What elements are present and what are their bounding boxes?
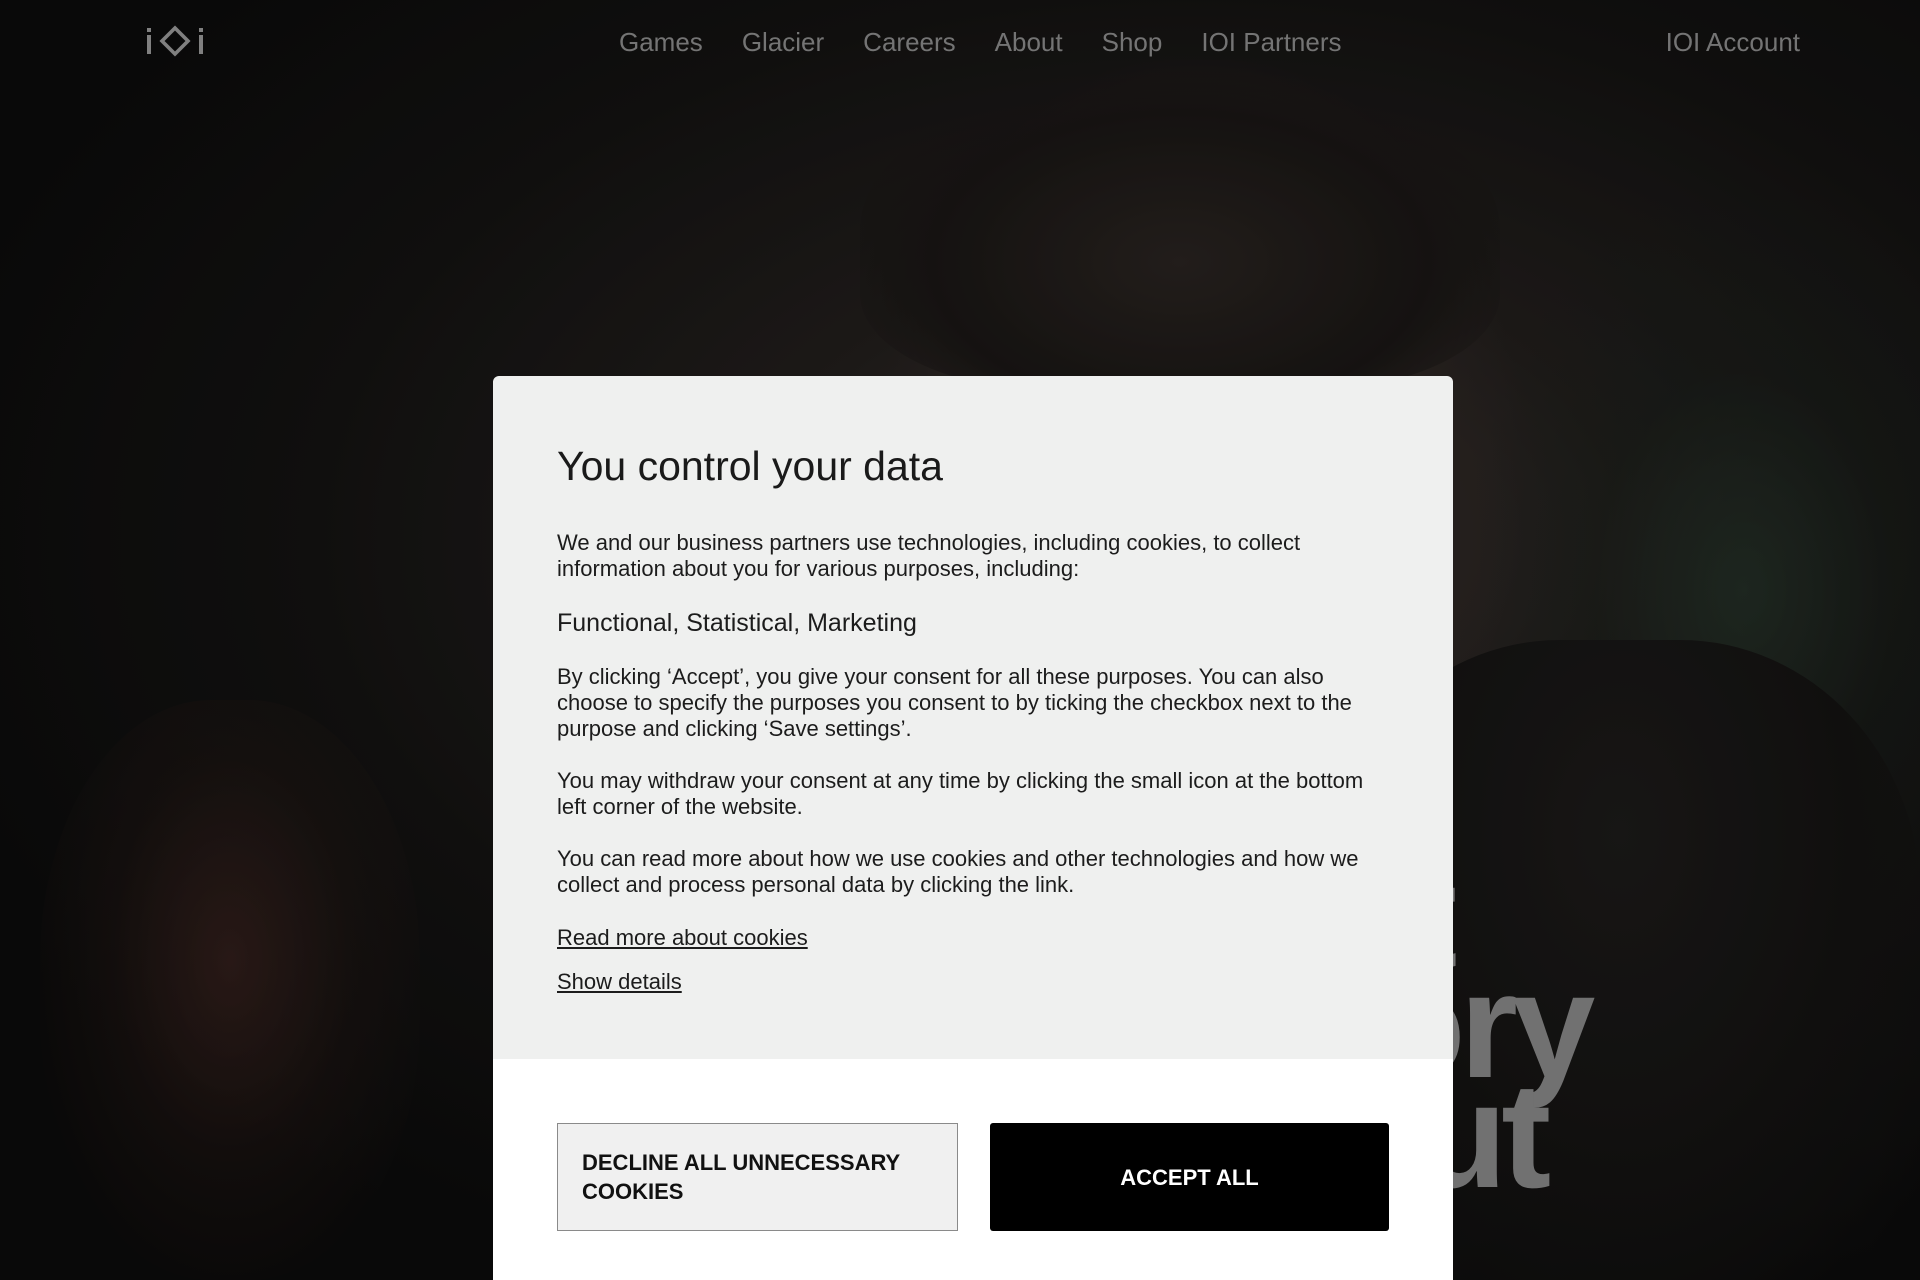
consent-intro-text: We and our business partners use technol…: [557, 530, 1301, 581]
consent-withdraw-info-text: You may withdraw your consent at any tim…: [557, 768, 1364, 819]
cookie-consent-dialog: You control your data We and our busines…: [493, 376, 1453, 1280]
read-more-row: Read more about cookies: [557, 924, 1389, 952]
show-details-link[interactable]: Show details: [557, 968, 682, 996]
read-more-cookies-link[interactable]: Read more about cookies: [557, 924, 808, 952]
consent-read-more-info-text: You can read more about how we use cooki…: [557, 846, 1359, 897]
dialog-title: You control your data: [557, 443, 943, 489]
show-details-row: Show details: [557, 968, 1389, 996]
cookie-consent-body: You control your data We and our busines…: [493, 376, 1453, 996]
page: st tory out Games Glacier Careers About …: [0, 0, 1920, 1280]
decline-cookies-button[interactable]: DECLINE ALL UNNECESSARY COOKIES: [557, 1123, 958, 1231]
consent-accept-info-text: By clicking ‘Accept’, you give your cons…: [557, 664, 1352, 741]
cookie-consent-actions: DECLINE ALL UNNECESSARY COOKIES ACCEPT A…: [493, 1059, 1453, 1280]
accept-all-button[interactable]: ACCEPT ALL: [990, 1123, 1389, 1231]
consent-purposes-list: Functional, Statistical, Marketing: [557, 609, 917, 637]
